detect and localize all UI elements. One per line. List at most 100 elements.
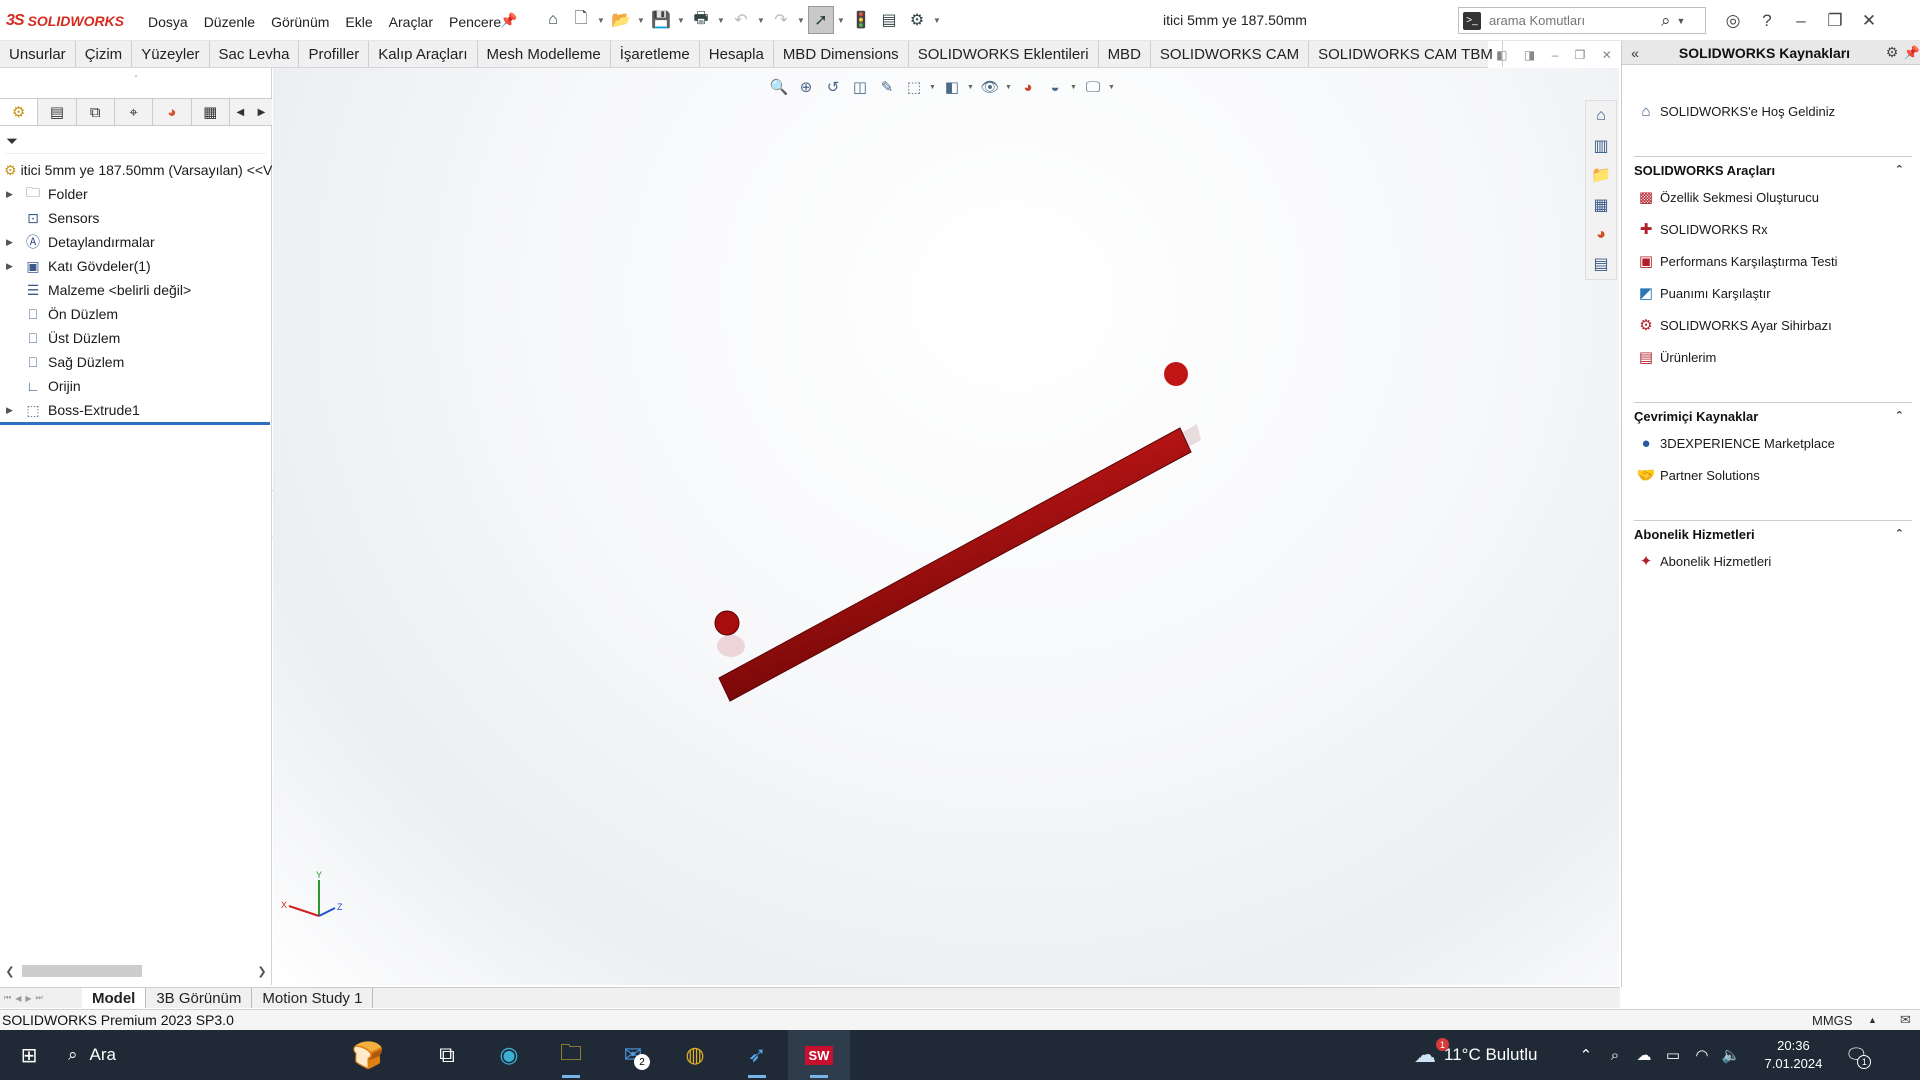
tab-yuzeyler[interactable]: Yüzeyler — [132, 41, 210, 67]
windows-start-icon[interactable]: ⊞ — [0, 1030, 58, 1080]
tab-solidworks-cam-tbm[interactable]: SOLIDWORKS CAM TBM — [1309, 41, 1503, 67]
undo-icon[interactable]: ↶ — [728, 6, 754, 34]
last-tab-icon[interactable]: ⏭ — [36, 993, 43, 1003]
help-icon[interactable]: ? — [1750, 7, 1784, 35]
edge-browser-icon[interactable]: ◉ — [478, 1030, 540, 1080]
search-highlight-image[interactable]: 🍞 — [320, 1032, 416, 1078]
onedrive-cloud-icon[interactable]: ☁ — [1629, 1046, 1658, 1064]
prev-tab-icon[interactable]: ◀ — [15, 994, 21, 1003]
tab-motion-study[interactable]: Motion Study 1 — [252, 988, 374, 1008]
tab-mesh-modelleme[interactable]: Mesh Modelleme — [478, 41, 611, 67]
menu-gorunum[interactable]: Görünüm — [263, 13, 337, 31]
filter-icon[interactable]: ⏷ — [6, 133, 18, 150]
search-input[interactable] — [1489, 13, 1659, 28]
app-swoosh-icon[interactable]: ➶ — [726, 1030, 788, 1080]
link-compare-score[interactable]: ◩ Puanımı Karşılaştır — [1636, 283, 1771, 303]
message-icon[interactable]: ✉ — [1900, 1012, 1911, 1028]
unit-system[interactable]: MMGS — [1812, 1013, 1852, 1028]
link-partner-solutions[interactable]: 🤝 Partner Solutions — [1636, 465, 1760, 485]
section-solidworks-tools[interactable]: SOLIDWORKS Araçları ⌃ — [1634, 156, 1912, 178]
menu-dosya[interactable]: Dosya — [140, 13, 196, 31]
print-dropdown-icon[interactable]: ▼ — [716, 6, 726, 34]
options-gear-icon[interactable]: ⚙ — [904, 6, 930, 34]
chevron-up-icon[interactable]: ⌃ — [1895, 163, 1904, 178]
tree-item-origin[interactable]: ∟ Orijin — [0, 374, 272, 398]
scroll-thumb[interactable] — [22, 965, 142, 977]
home-icon[interactable]: ⌂ — [1586, 101, 1616, 131]
first-tab-icon[interactable]: ⏮ — [4, 993, 11, 1003]
next-tab-icon[interactable]: ▶ — [25, 994, 31, 1003]
tab-model[interactable]: Model — [82, 988, 147, 1008]
search-dropdown-icon[interactable]: ▼ — [1677, 16, 1686, 26]
solidworks-taskbar-icon[interactable]: SW — [788, 1030, 850, 1080]
file-explorer-icon[interactable]: 🗀 — [540, 1030, 602, 1080]
rollback-bar[interactable] — [0, 422, 270, 425]
units-dropdown-icon[interactable]: ▲ — [1868, 1015, 1877, 1025]
tree-item-top-plane[interactable]: ⎕ Üst Düzlem — [0, 326, 272, 350]
appearances-icon[interactable]: ◕ — [1586, 220, 1616, 250]
model-viewport[interactable] — [273, 68, 1619, 985]
tree-item-front-plane[interactable]: ⎕ Ön Düzlem — [0, 302, 272, 326]
taskbar-search[interactable]: ⌕ Ara — [58, 1030, 320, 1080]
custom-properties-icon[interactable]: ▤ — [1586, 249, 1616, 279]
tab-cizim[interactable]: Çizim — [76, 41, 133, 67]
new-document-icon[interactable]: 🗋 — [568, 6, 594, 34]
link-my-products[interactable]: ▤ Ürünlerim — [1636, 347, 1716, 367]
expand-arrow-icon[interactable]: ▶ — [6, 261, 18, 272]
doc-close-icon[interactable]: ✕ — [1602, 48, 1612, 62]
welcome-link[interactable]: ⌂ SOLIDWORKS'e Hoş Geldiniz — [1636, 101, 1835, 121]
meet-now-icon[interactable]: ⌕ — [1600, 1047, 1629, 1064]
account-icon[interactable]: ◎ — [1716, 7, 1750, 35]
mail-icon[interactable]: ✉ 2 — [602, 1030, 664, 1080]
system-clock[interactable]: 20:36 7.01.2024 — [1753, 1037, 1833, 1073]
tab-mbd-dimensions[interactable]: MBD Dimensions — [774, 41, 909, 67]
tab-solidworks-eklentileri[interactable]: SOLIDWORKS Eklentileri — [909, 41, 1099, 67]
tree-item-material[interactable]: ☰ Malzeme <belirli değil> — [0, 278, 272, 302]
rebuild-traffic-light-icon[interactable]: 🚦 — [848, 6, 874, 34]
print-icon[interactable]: 🖶 — [688, 6, 714, 34]
tile-right-icon[interactable]: ◨ — [1524, 48, 1535, 62]
chrome-icon[interactable]: ◍ — [664, 1030, 726, 1080]
restore-icon[interactable]: ❐ — [1818, 7, 1852, 35]
horizontal-scrollbar[interactable]: ❮ ❯ — [0, 961, 272, 981]
tree-item-boss-extrude[interactable]: ▶ ⬚ Boss-Extrude1 — [0, 398, 272, 422]
link-property-tab-builder[interactable]: ▩ Özellik Sekmesi Oluşturucu — [1636, 187, 1819, 207]
collapse-panel-icon[interactable]: « — [1622, 45, 1648, 61]
chevron-up-icon[interactable]: ⌃ — [1895, 527, 1904, 542]
section-subscription-services[interactable]: Abonelik Hizmetleri ⌃ — [1634, 520, 1912, 542]
scroll-left-icon[interactable]: ❮ — [0, 965, 20, 978]
save-dropdown-icon[interactable]: ▼ — [676, 6, 686, 34]
graphics-area[interactable]: 🔍 ⊕ ↺ ◫ ✎ ⬚ ▼ ◧ ▼ 👁 ▼ ◕ ◒ ▼ 🖵 ▼ Y X Z — [273, 68, 1619, 985]
feature-manager-tree-icon[interactable]: ⚙ — [0, 99, 39, 125]
tree-item-right-plane[interactable]: ⎕ Sağ Düzlem — [0, 350, 272, 374]
tab-kalip-araclari[interactable]: Kalıp Araçları — [369, 41, 478, 67]
link-3dexperience-marketplace[interactable]: ● 3DEXPERIENCE Marketplace — [1636, 433, 1834, 453]
menu-ekle[interactable]: Ekle — [337, 13, 380, 31]
search-icon[interactable]: ⌕ — [1661, 11, 1671, 31]
battery-icon[interactable]: ▭ — [1658, 1046, 1687, 1064]
file-properties-icon[interactable]: ▤ — [876, 6, 902, 34]
cylinder-rod[interactable] — [718, 427, 1192, 702]
save-icon[interactable]: 💾 — [648, 6, 674, 34]
tree-item-sensors[interactable]: ⊡ Sensors — [0, 206, 272, 230]
close-icon[interactable]: ✕ — [1852, 7, 1886, 35]
section-online-resources[interactable]: Çevrimiçi Kaynaklar ⌃ — [1634, 402, 1912, 424]
tree-filter[interactable]: ⏷ — [6, 130, 266, 154]
tab-hesapla[interactable]: Hesapla — [700, 41, 774, 67]
undo-dropdown-icon[interactable]: ▼ — [756, 6, 766, 34]
panel-grip-handle[interactable]: ◦ — [0, 68, 272, 84]
link-subscription-services[interactable]: ✦ Abonelik Hizmetleri — [1636, 551, 1772, 571]
minimize-icon[interactable]: – — [1784, 7, 1818, 35]
tab-mbd[interactable]: MBD — [1099, 41, 1151, 67]
chevron-up-icon[interactable]: ⌃ — [1895, 409, 1904, 424]
new-dropdown-icon[interactable]: ▼ — [596, 6, 606, 34]
wifi-icon[interactable]: ◠ — [1687, 1046, 1716, 1064]
redo-icon[interactable]: ↷ — [768, 6, 794, 34]
select-cursor-icon[interactable]: ➚ — [808, 6, 834, 34]
tab-sac-levha[interactable]: Sac Levha — [210, 41, 300, 67]
pin-icon[interactable]: 📌 — [1903, 45, 1920, 61]
tree-item-detaylandirmalar[interactable]: ▶ Ⓐ Detaylandırmalar — [0, 230, 272, 254]
doc-minimize-icon[interactable]: – — [1552, 48, 1559, 62]
menu-duzenle[interactable]: Düzenle — [196, 13, 263, 31]
doc-restore-icon[interactable]: ❐ — [1575, 48, 1586, 62]
